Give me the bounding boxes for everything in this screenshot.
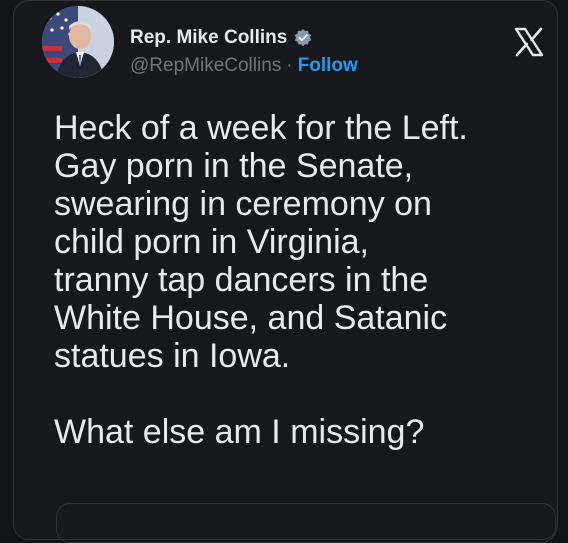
- avatar[interactable]: [42, 6, 114, 78]
- quoted-card-edge[interactable]: [56, 503, 556, 543]
- author-name[interactable]: Rep. Mike Collins: [130, 27, 287, 49]
- x-logo-icon[interactable]: [514, 27, 544, 57]
- separator-dot: ·: [286, 55, 293, 76]
- tweet-card: Rep. Mike Collins @RepMikeCollins · Follow…: [13, 0, 558, 543]
- follow-button[interactable]: Follow: [298, 55, 358, 76]
- handle-row: @RepMikeCollins · Follow: [130, 55, 358, 77]
- author-row: Rep. Mike Collins: [130, 27, 313, 49]
- verified-badge-icon: [293, 28, 313, 48]
- author-handle[interactable]: @RepMikeCollins: [130, 55, 281, 76]
- tweet-text: Heck of a week for the Left. Gay porn in…: [54, 109, 468, 451]
